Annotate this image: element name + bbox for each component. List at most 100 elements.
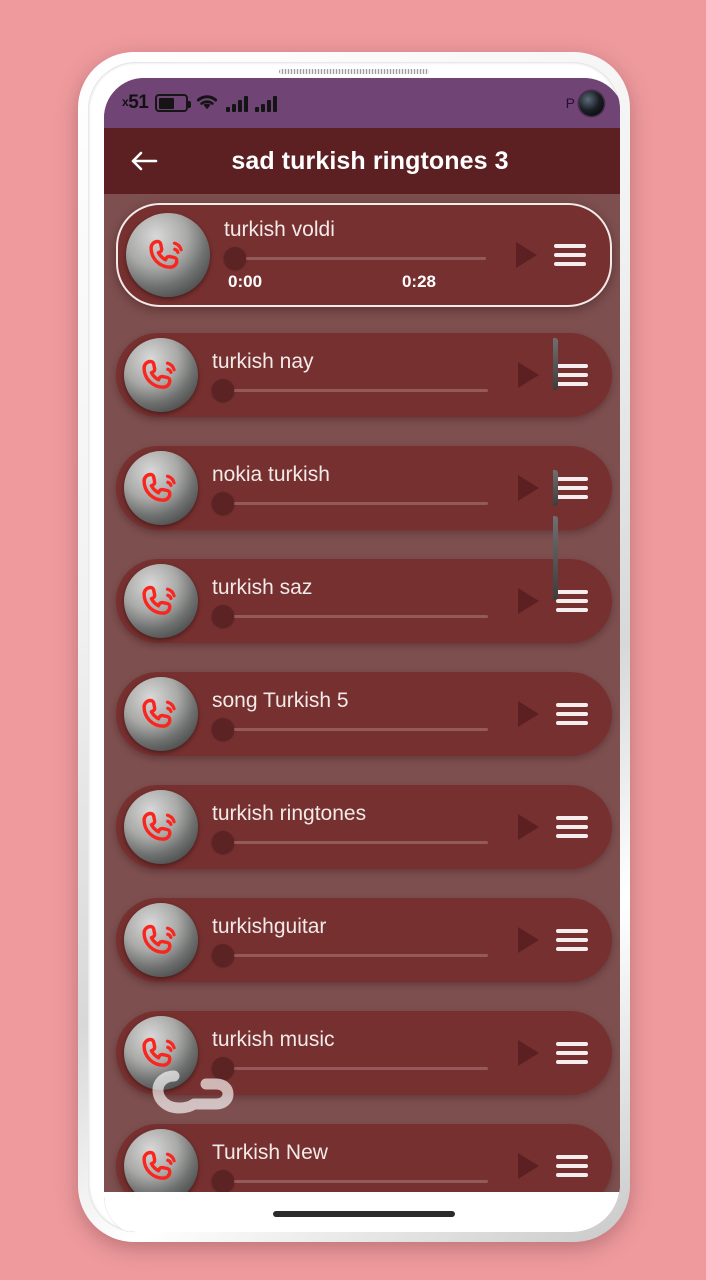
seek-slider[interactable]	[212, 379, 504, 402]
play-icon[interactable]	[508, 920, 548, 960]
play-icon[interactable]	[508, 581, 548, 621]
seek-thumb[interactable]	[212, 379, 234, 402]
seek-slider[interactable]	[212, 1170, 504, 1192]
hamburger-menu-icon[interactable]	[556, 807, 598, 847]
ringtone-list-item[interactable]: turkishguitar	[116, 898, 612, 982]
hamburger-menu-icon[interactable]	[556, 1146, 598, 1186]
earpiece-speaker-grille	[279, 69, 429, 74]
seek-thumb[interactable]	[212, 1057, 234, 1080]
ringtone-phone-icon	[124, 338, 198, 412]
seek-thumb[interactable]	[212, 944, 234, 967]
seek-track	[220, 1066, 488, 1070]
ringtone-list-item[interactable]: song Turkish 5	[116, 672, 612, 756]
ringtone-phone-icon	[124, 564, 198, 638]
ringtone-title: turkish ringtones	[212, 801, 367, 825]
total-time-label: 0:28	[401, 272, 436, 292]
ringtone-item-body: turkish nay	[212, 349, 504, 402]
phone-device-inner: x51 P sad turkish ringtones 3 turkish vo…	[88, 62, 620, 1232]
play-icon[interactable]	[508, 1033, 548, 1073]
phone-side-button-power[interactable]	[553, 338, 558, 390]
gesture-home-pill[interactable]	[273, 1211, 455, 1217]
ringtone-list-item[interactable]: turkish nay	[116, 333, 612, 417]
ringtone-phone-icon	[124, 1129, 198, 1192]
seek-track	[220, 501, 488, 505]
hamburger-menu-icon[interactable]	[556, 1033, 598, 1073]
seek-slider[interactable]	[212, 605, 504, 628]
seek-slider[interactable]	[212, 718, 504, 741]
ringtone-list[interactable]: turkish voldi 0:00 0:28 turkish nay nokia …	[104, 194, 620, 1192]
signal-bars-icon-1	[226, 95, 249, 112]
seek-thumb[interactable]	[212, 718, 234, 741]
ringtone-phone-icon	[124, 790, 198, 864]
ringtone-title: nokia turkish	[212, 462, 330, 486]
ringtone-item-body: song Turkish 5	[212, 688, 504, 741]
hamburger-menu-icon[interactable]	[556, 468, 598, 508]
hamburger-menu-icon[interactable]	[556, 355, 598, 395]
ringtone-title: Turkish New	[212, 1140, 328, 1164]
seek-track	[220, 388, 488, 392]
app-bar: sad turkish ringtones 3	[104, 128, 620, 194]
ringtone-list-item[interactable]: Turkish New	[116, 1124, 612, 1192]
page-title: sad turkish ringtones 3	[231, 146, 509, 175]
back-arrow-icon[interactable]	[124, 141, 164, 181]
front-camera-punchhole-icon	[579, 90, 604, 116]
seek-slider[interactable]	[212, 1057, 504, 1080]
seek-thumb[interactable]	[212, 605, 234, 628]
seek-slider[interactable]	[224, 247, 502, 270]
ringtone-list-item[interactable]: turkish saz	[116, 559, 612, 643]
hamburger-menu-icon[interactable]	[556, 581, 598, 621]
play-icon[interactable]	[508, 355, 548, 395]
ringtone-list-item[interactable]: turkish music	[116, 1011, 612, 1095]
ringtone-title: turkishguitar	[212, 914, 327, 938]
ringtone-phone-icon	[124, 677, 198, 751]
status-bar-right-group: P	[565, 90, 604, 116]
phone-side-button-volume-up[interactable]	[553, 470, 558, 506]
seek-slider[interactable]	[212, 831, 504, 854]
ringtone-title: turkish music	[212, 1027, 335, 1051]
ringtone-title: turkish voldi	[224, 217, 335, 241]
hamburger-menu-icon[interactable]	[556, 920, 598, 960]
seek-thumb[interactable]	[224, 247, 246, 270]
phone-side-button-volume-down[interactable]	[553, 516, 558, 600]
seek-track	[220, 840, 488, 844]
ringtone-phone-icon	[126, 213, 210, 297]
play-icon[interactable]	[506, 235, 546, 275]
current-time-label: 0:00	[228, 272, 263, 292]
ringtone-list-item[interactable]: turkish ringtones	[116, 785, 612, 869]
ringtone-item-body: turkish saz	[212, 575, 504, 628]
seek-track	[232, 256, 486, 260]
seek-track	[220, 1179, 488, 1183]
hamburger-menu-icon[interactable]	[554, 235, 596, 275]
seek-track	[220, 727, 488, 731]
seek-slider[interactable]	[212, 944, 504, 967]
seek-track	[220, 614, 488, 618]
hamburger-menu-icon[interactable]	[556, 694, 598, 734]
battery-percent-label: x51	[122, 92, 149, 113]
ringtone-title: turkish nay	[212, 349, 314, 373]
ringtone-item-body: turkish ringtones	[212, 801, 504, 854]
navigation-bar	[104, 1192, 620, 1232]
signal-bars-icon-2	[255, 95, 278, 112]
seek-slider[interactable]	[212, 492, 504, 515]
phone-screen: x51 P sad turkish ringtones 3 turkish vo…	[104, 78, 620, 1232]
ringtone-item-body: nokia turkish	[212, 462, 504, 515]
seek-thumb[interactable]	[212, 831, 234, 854]
ringtone-title: song Turkish 5	[212, 688, 349, 712]
play-icon[interactable]	[508, 694, 548, 734]
play-icon[interactable]	[508, 807, 548, 847]
ringtone-title: turkish saz	[212, 575, 313, 599]
ringtone-item-body: turkishguitar	[212, 914, 504, 967]
time-labels: 0:00 0:28	[224, 272, 502, 292]
ringtone-phone-icon	[124, 903, 198, 977]
ringtone-item-body: turkish music	[212, 1027, 504, 1080]
seek-thumb[interactable]	[212, 1170, 234, 1192]
status-bar: x51 P	[104, 78, 620, 128]
seek-thumb[interactable]	[212, 492, 234, 515]
play-icon[interactable]	[508, 468, 548, 508]
battery-icon	[155, 94, 192, 112]
play-icon[interactable]	[508, 1146, 548, 1186]
ringtone-list-item[interactable]: turkish voldi 0:00 0:28	[116, 203, 612, 307]
status-bar-left-group: x51	[122, 92, 278, 114]
ringtone-list-item[interactable]: nokia turkish	[116, 446, 612, 530]
status-bar-glyph: P	[565, 95, 575, 111]
